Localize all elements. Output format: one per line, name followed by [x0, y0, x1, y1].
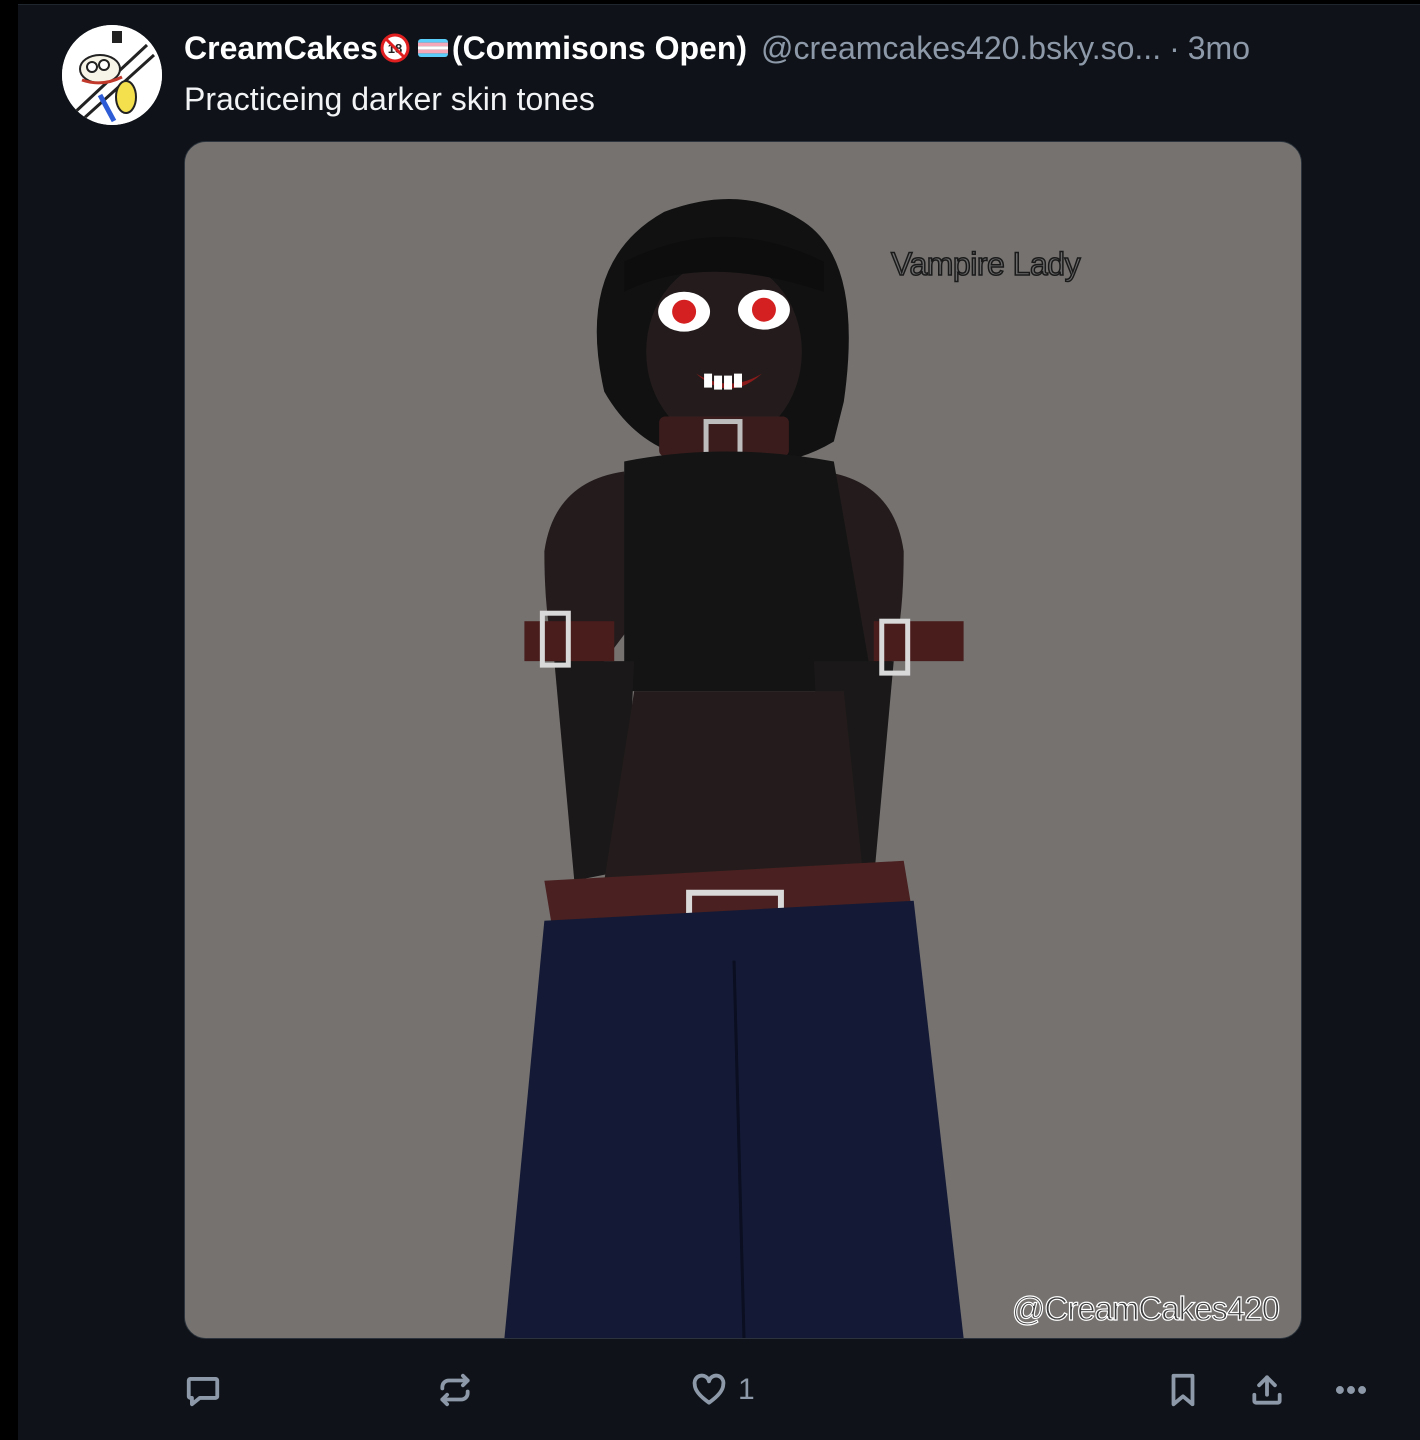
artwork-illustration — [185, 142, 1301, 1338]
reply-button[interactable] — [184, 1365, 222, 1415]
author-avatar[interactable] — [62, 25, 162, 125]
post-header: CreamCakes 18 (Commisons Open) @creamcak… — [184, 25, 1250, 71]
trans-flag-icon — [417, 39, 448, 57]
like-button[interactable]: 1 — [690, 1365, 755, 1415]
repost-button[interactable] — [436, 1365, 474, 1415]
post-card[interactable]: CreamCakes 18 (Commisons Open) @creamcak… — [18, 4, 1420, 1440]
artwork-title: Vampire Lady — [890, 245, 1081, 283]
post-text: Practiceing darker skin tones — [184, 81, 595, 117]
post-image[interactable]: Vampire Lady @CreamCakes420 — [184, 141, 1302, 1339]
share-icon — [1252, 1375, 1282, 1405]
author-display-name[interactable]: CreamCakes — [184, 30, 378, 67]
artist-watermark: @CreamCakes420 — [1011, 1289, 1280, 1327]
adult-content-icon: 18 — [380, 33, 410, 63]
bookmark-icon — [1171, 1373, 1195, 1407]
reply-icon — [186, 1377, 220, 1407]
author-handle[interactable]: @creamcakes420.bsky.so... — [761, 30, 1161, 67]
share-button[interactable] — [1248, 1365, 1286, 1415]
post-actions: 1 — [18, 1365, 1420, 1415]
heart-icon — [692, 1373, 726, 1405]
post-timestamp[interactable]: 3mo — [1188, 30, 1250, 67]
bookmark-button[interactable] — [1164, 1365, 1202, 1415]
like-count: 1 — [738, 1373, 755, 1406]
separator-dot: · — [1169, 29, 1180, 66]
more-options-button[interactable] — [1332, 1365, 1370, 1415]
more-icon — [1335, 1386, 1367, 1394]
repost-icon — [440, 1373, 470, 1407]
author-status[interactable]: (Commisons Open) — [452, 30, 747, 67]
